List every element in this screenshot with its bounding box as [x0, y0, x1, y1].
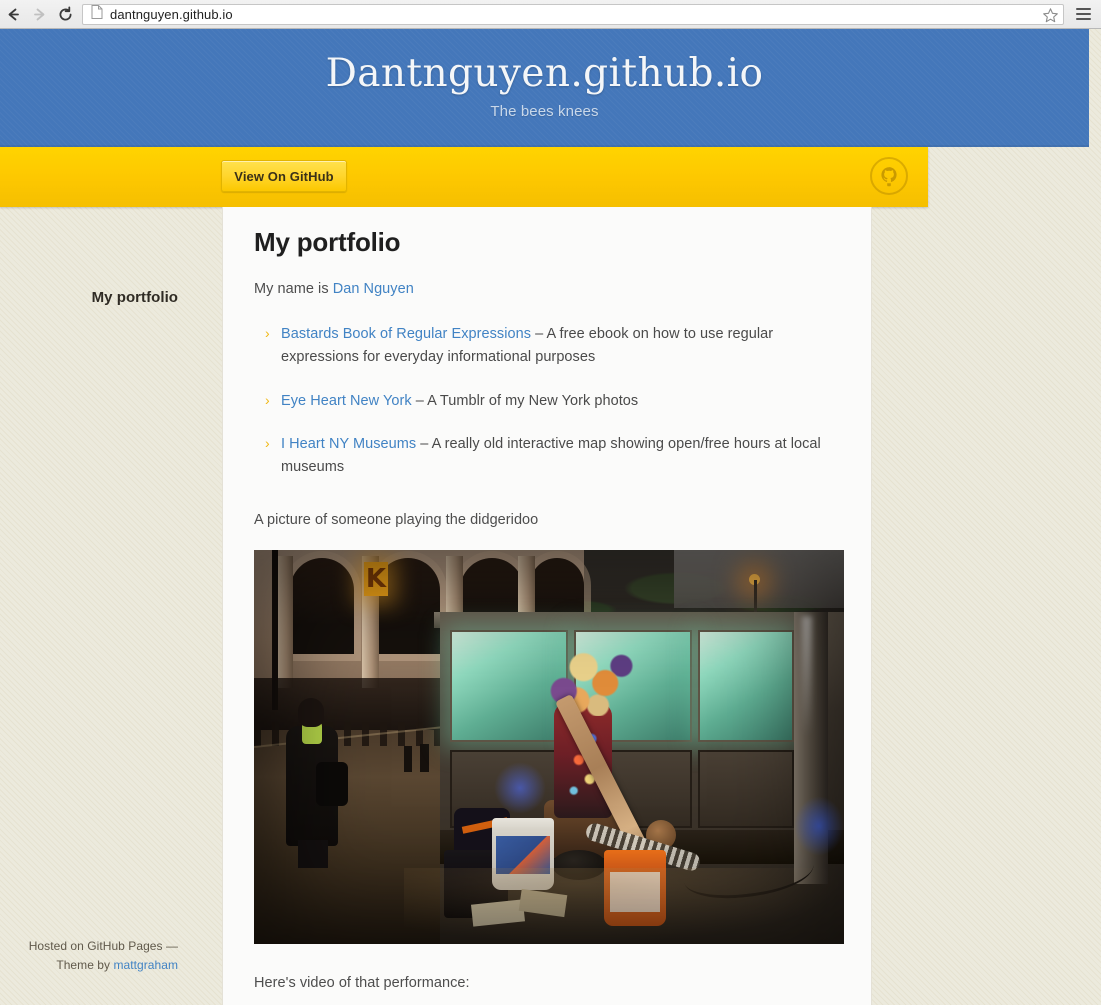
star-icon[interactable] [1042, 7, 1059, 24]
project-link[interactable]: I Heart NY Museums [281, 436, 416, 452]
ground-light-glow [404, 867, 844, 944]
forward-button[interactable] [26, 1, 52, 27]
url-text: dantnguyen.github.io [110, 6, 233, 22]
reload-icon [57, 6, 74, 23]
hamburger-menu-icon[interactable] [1070, 1, 1096, 27]
sidebar-footer: Hosted on GitHub Pages — Theme by mattgr… [0, 937, 200, 974]
k-neon-sign: K [364, 561, 388, 596]
projects-list: › Bastards Book of Regular Expressions – … [254, 323, 841, 478]
woman-hair [298, 697, 324, 727]
list-item: › Eye Heart New York – A Tumblr of my New… [265, 390, 841, 413]
list-item: › I Heart NY Museums – A really old inter… [265, 433, 841, 478]
sidebar-item-my-portfolio[interactable]: My portfolio [0, 207, 178, 306]
menu-line [1075, 18, 1091, 20]
blue-light-glow [494, 761, 546, 814]
menu-line [1075, 13, 1091, 15]
list-item: › Bastards Book of Regular Expressions – … [265, 323, 841, 368]
back-button[interactable] [0, 1, 26, 27]
action-bar: View On GitHub [0, 147, 928, 207]
didgeridoo-photo: K [254, 549, 844, 944]
project-link[interactable]: Bastards Book of Regular Expressions [281, 326, 531, 342]
page-document-icon [91, 4, 103, 24]
site-header: Dantnguyen.github.io The bees knees [0, 29, 1089, 147]
building-arch [290, 557, 354, 654]
video-caption: Here's video of that performance: [254, 974, 470, 991]
view-on-github-button[interactable]: View On GitHub [221, 160, 347, 192]
chevron-right-icon: › [265, 391, 270, 408]
photo-caption: A picture of someone playing the didgeri… [254, 512, 539, 529]
site-title: Dantnguyen.github.io [325, 51, 764, 96]
lens-glare [802, 615, 812, 736]
kiosk-wood-panel [698, 749, 794, 828]
project-description: – A Tumblr of my New York photos [411, 392, 639, 409]
footer-theme-author-link[interactable]: mattgraham [113, 958, 178, 972]
kiosk-glass-pane [698, 629, 794, 742]
page-viewport: Dantnguyen.github.io The bees knees View… [0, 29, 1101, 1005]
github-octocat-icon[interactable] [870, 157, 908, 195]
project-link[interactable]: Eye Heart New York [281, 393, 412, 409]
menu-line [1075, 8, 1091, 10]
intro-prefix: My name is [254, 281, 333, 298]
forward-arrow-icon [31, 6, 48, 23]
woman-legs [298, 839, 328, 868]
main-content: My portfolio My name is Dan Nguyen › Bast… [222, 207, 872, 1005]
back-arrow-icon [5, 6, 22, 23]
site-tagline: The bees knees [490, 102, 599, 120]
sidebar: My portfolio [0, 207, 200, 306]
reload-button[interactable] [52, 1, 78, 27]
building-column [276, 555, 293, 688]
chevron-right-icon: › [265, 325, 270, 342]
woman-bag [316, 761, 348, 806]
browser-toolbar: dantnguyen.github.io [0, 0, 1101, 29]
page-title: My portfolio [254, 227, 401, 257]
chevron-right-icon: › [265, 435, 270, 452]
intro-paragraph: My name is Dan Nguyen [254, 278, 841, 301]
url-bar[interactable]: dantnguyen.github.io [82, 3, 1064, 25]
distant-pedestrian [404, 745, 412, 772]
distant-pedestrian [420, 743, 429, 772]
street-pole [272, 549, 278, 710]
dan-nguyen-link[interactable]: Dan Nguyen [333, 281, 414, 297]
